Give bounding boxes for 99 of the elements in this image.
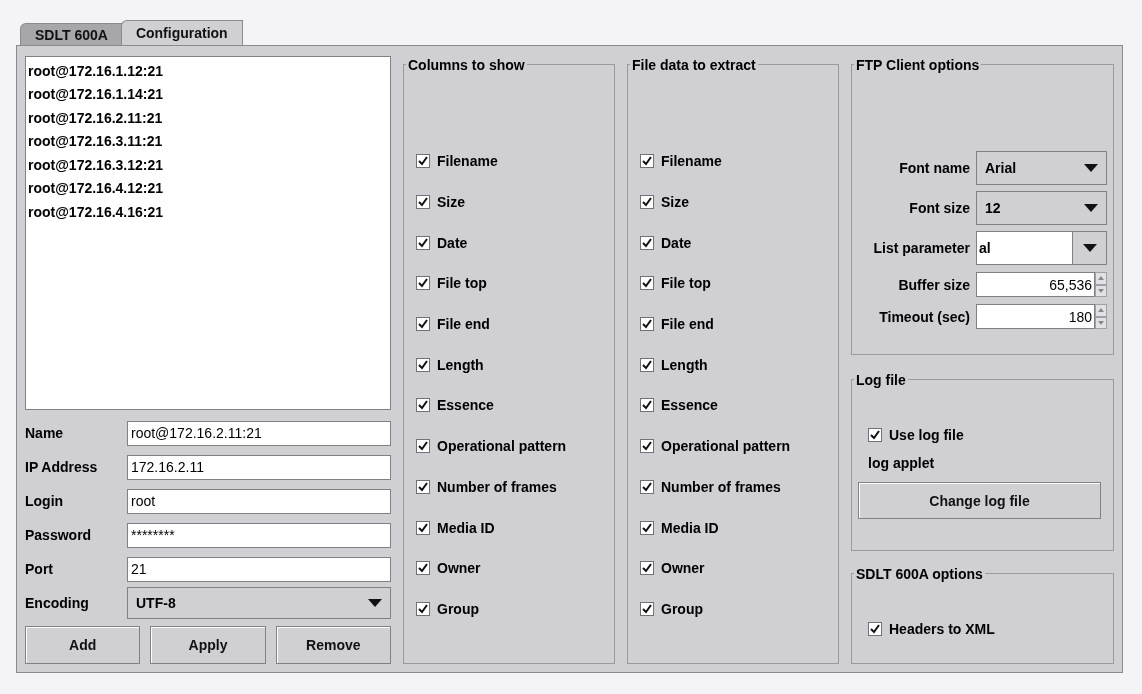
checkbox[interactable] [640, 601, 654, 616]
spin-up-icon[interactable] [1098, 308, 1104, 313]
checkbox-label: Size [661, 194, 689, 211]
checkbox[interactable] [868, 428, 882, 443]
field-label: IP Address [25, 459, 99, 476]
checkbox-label: Essence [661, 397, 718, 414]
checkbox-label: Length [661, 356, 708, 373]
checkbox-label: File end [437, 316, 490, 333]
checkbox[interactable] [416, 276, 430, 291]
list-item[interactable]: root@172.16.2.11:21 [26, 106, 390, 130]
checkbox-label: Filename [661, 153, 722, 170]
group-title: Log file [854, 371, 908, 390]
checkbox[interactable] [416, 520, 430, 535]
field-label: Port [25, 561, 54, 578]
spin-down-icon[interactable] [1098, 320, 1104, 325]
select-field[interactable]: UTF-8 [127, 587, 391, 620]
checkbox-label: Operational pattern [661, 438, 791, 455]
checkbox[interactable] [640, 276, 654, 291]
field-label: Buffer size [897, 276, 971, 293]
checkbox[interactable] [640, 357, 654, 372]
field-label: Password [25, 527, 93, 544]
checkbox[interactable] [416, 439, 430, 454]
checkbox-label: Number of frames [437, 478, 557, 495]
group-title: FTP Client options [854, 56, 982, 74]
checkbox[interactable] [868, 622, 882, 637]
action-button[interactable]: Add [25, 626, 141, 665]
list-item[interactable]: root@172.16.3.12:21 [26, 153, 390, 177]
checkbox-label: Length [437, 356, 484, 373]
list-item[interactable]: root@172.16.4.12:21 [26, 176, 390, 200]
field-label: Name [25, 425, 65, 442]
checkbox[interactable] [416, 601, 430, 616]
action-button[interactable]: Remove [275, 626, 391, 665]
checkbox-label: Essence [437, 397, 494, 414]
number-field[interactable]: 180 [976, 304, 1095, 329]
checkbox[interactable] [416, 317, 430, 332]
dropdown-arrow-icon [1082, 244, 1097, 252]
dropdown-arrow-icon [368, 599, 382, 608]
checkbox-label: Owner [437, 560, 481, 577]
checkbox-label: Owner [661, 560, 705, 577]
text-field[interactable]: ******** [127, 522, 391, 548]
checkbox[interactable] [640, 154, 654, 169]
checkbox[interactable] [416, 195, 430, 210]
field-label: Font size [908, 200, 971, 216]
text-field[interactable]: 172.16.2.11 [127, 454, 391, 480]
list-item[interactable]: root@172.16.4.16:21 [26, 200, 390, 224]
dropdown-arrow-icon [1084, 204, 1098, 212]
checkbox[interactable] [640, 439, 654, 454]
list-item[interactable]: root@172.16.1.14:21 [26, 82, 390, 106]
field-label: Login [25, 493, 65, 510]
checkbox[interactable] [416, 479, 430, 494]
field-label: Font name [898, 160, 971, 176]
checkbox-label: File top [437, 275, 487, 292]
checkbox[interactable] [416, 561, 430, 576]
checkbox-label: Operational pattern [437, 438, 567, 455]
list-item[interactable]: root@172.16.3.11:21 [26, 129, 390, 153]
field-label: Timeout (sec) [878, 308, 971, 325]
checkbox-label: Media ID [661, 519, 719, 536]
checkbox-label: Media ID [437, 519, 495, 536]
field-label: List parameter [872, 240, 971, 256]
change-log-file-button[interactable]: Change log file [858, 482, 1101, 520]
spin-down-icon[interactable] [1098, 288, 1104, 293]
checkbox-label: Date [661, 234, 692, 251]
checkbox[interactable] [640, 520, 654, 535]
combo-field[interactable]: al [976, 231, 1107, 265]
checkbox[interactable] [416, 154, 430, 169]
checkbox-label: File end [661, 316, 714, 333]
text-field[interactable]: 21 [127, 556, 391, 582]
list-item[interactable]: root@172.16.1.12:21 [26, 59, 390, 83]
checkbox[interactable] [416, 398, 430, 413]
checkbox-label: Headers to XML [889, 621, 995, 638]
text-field[interactable]: root@172.16.2.11:21 [127, 420, 391, 446]
field-label: Encoding [25, 595, 90, 612]
checkbox-label: Number of frames [661, 478, 781, 495]
group-title: SDLT 600A options [854, 565, 985, 584]
checkbox[interactable] [640, 479, 654, 494]
log-path-label: log applet [868, 455, 935, 472]
checkbox[interactable] [416, 357, 430, 372]
spin-up-icon[interactable] [1098, 276, 1104, 281]
select-field[interactable]: 12 [976, 191, 1107, 225]
checkbox[interactable] [640, 398, 654, 413]
dropdown-arrow-icon [1084, 164, 1098, 172]
tab[interactable]: SDLT 600A [20, 23, 123, 45]
checkbox[interactable] [640, 561, 654, 576]
checkbox-label: Group [661, 600, 703, 617]
checkbox[interactable] [640, 317, 654, 332]
checkbox-label: File top [661, 275, 711, 292]
checkbox-label: Use log file [889, 427, 964, 444]
checkbox-label: Group [437, 600, 479, 617]
tab[interactable]: Configuration [120, 20, 243, 45]
text-field[interactable]: root [127, 488, 391, 514]
checkbox-label: Filename [437, 153, 498, 170]
checkbox[interactable] [640, 195, 654, 210]
checkbox[interactable] [416, 235, 430, 250]
checkbox[interactable] [640, 235, 654, 250]
checkbox-label: Size [437, 194, 465, 211]
action-button[interactable]: Apply [150, 626, 266, 665]
number-field[interactable]: 65,536 [976, 272, 1095, 297]
select-field[interactable]: Arial [976, 151, 1107, 185]
checkbox-label: Date [437, 234, 468, 251]
